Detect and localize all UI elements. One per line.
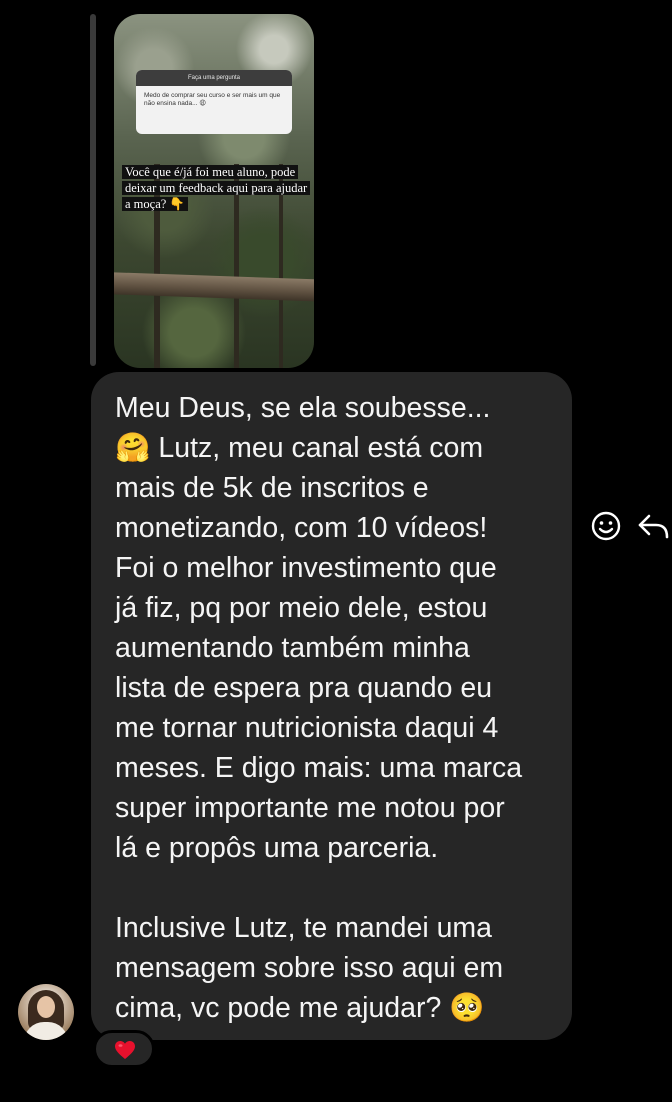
dm-conversation: Faça uma pergunta Medo de comprar seu cu… [0, 0, 672, 1102]
heart-icon [115, 1041, 135, 1059]
story-caption-text: Você que é/já foi meu aluno, pode deixar… [122, 165, 311, 211]
story-reply-thumbnail[interactable]: Faça uma pergunta Medo de comprar seu cu… [114, 14, 314, 368]
smile-icon[interactable] [590, 510, 622, 542]
message-text: Meu Deus, se ela soubesse... 🤗 Lutz, meu… [115, 392, 523, 1024]
reply-indicator-bar [90, 14, 96, 366]
story-caption: Você que é/já foi meu aluno, pode deixar… [122, 164, 311, 212]
question-sticker-text: Medo de comprar seu curso e ser mais um … [144, 92, 281, 107]
avatar-face [37, 996, 55, 1018]
sender-avatar[interactable] [18, 984, 74, 1040]
reaction-pill[interactable] [93, 1030, 155, 1068]
reply-arrow-icon[interactable] [636, 510, 670, 542]
message-actions [590, 508, 672, 544]
message-bubble[interactable]: Meu Deus, se ela soubesse... 🤗 Lutz, meu… [91, 372, 572, 1040]
story-question-sticker: Faça uma pergunta Medo de comprar seu cu… [136, 70, 292, 134]
story-branch [114, 271, 314, 303]
question-sticker-header: Faça uma pergunta [136, 70, 292, 86]
